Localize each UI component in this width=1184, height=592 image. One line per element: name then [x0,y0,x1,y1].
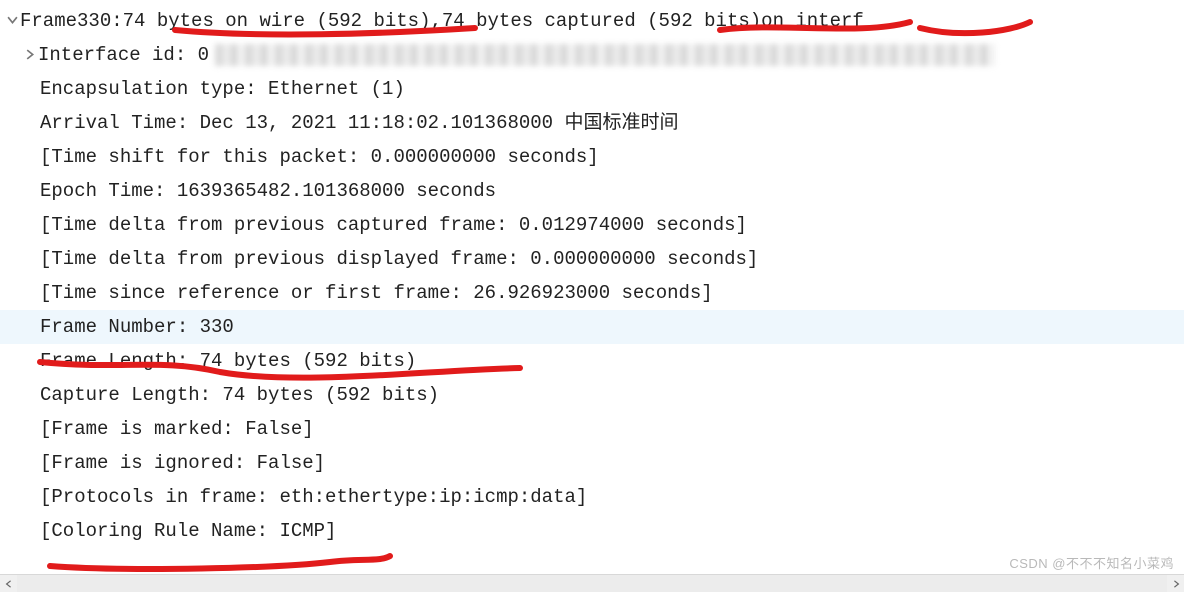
expand-arrow-interface[interactable] [22,38,38,72]
watermark: CSDN @不不不知名小菜鸡 [1009,553,1174,572]
coloring-rule-row[interactable]: [Coloring Rule Name: ICMP] [0,514,1184,548]
redacted-interface-value [215,44,995,66]
interface-id-label: Interface id: 0 [38,38,209,72]
scroll-right-button[interactable] [1167,575,1184,592]
protocols-row[interactable]: [Protocols in frame: eth:ethertype:ip:ic… [0,480,1184,514]
frame-number: 330 [77,4,111,38]
since-reference-row[interactable]: [Time since reference or first frame: 26… [0,276,1184,310]
scroll-track[interactable] [17,575,1167,592]
frame-length-row[interactable]: Frame Length: 74 bytes (592 bits) [0,344,1184,378]
packet-details-tree: Frame 330 : 74 bytes on wire (592 bits) … [0,0,1184,548]
encapsulation-text: Encapsulation type: Ethernet (1) [40,72,405,106]
frame-bytes-captured: 74 bytes captured (592 bits) [442,4,761,38]
delta-displayed-row[interactable]: [Time delta from previous displayed fram… [0,242,1184,276]
arrival-time-row[interactable]: Arrival Time: Dec 13, 2021 11:18:02.1013… [0,106,1184,140]
protocols-text: [Protocols in frame: eth:ethertype:ip:ic… [40,480,587,514]
frame-ignored-row[interactable]: [Frame is ignored: False] [0,446,1184,480]
frame-sep2: , [431,4,442,38]
frame-marked-text: [Frame is marked: False] [40,412,314,446]
arrival-time-text: Arrival Time: Dec 13, 2021 11:18:02.1013… [40,106,679,140]
delta-captured-text: [Time delta from previous captured frame… [40,208,747,242]
expand-arrow-frame[interactable] [4,4,20,38]
delta-captured-row[interactable]: [Time delta from previous captured frame… [0,208,1184,242]
time-shift-text: [Time shift for this packet: 0.000000000… [40,140,599,174]
horizontal-scrollbar[interactable] [0,574,1184,592]
encapsulation-row[interactable]: Encapsulation type: Ethernet (1) [0,72,1184,106]
frame-bytes-on-wire: 74 bytes on wire (592 bits) [123,4,431,38]
frame-number-text: Frame Number: 330 [40,310,234,344]
frame-number-row[interactable]: Frame Number: 330 [0,310,1184,344]
capture-length-row[interactable]: Capture Length: 74 bytes (592 bits) [0,378,1184,412]
capture-length-text: Capture Length: 74 bytes (592 bits) [40,378,439,412]
frame-ignored-text: [Frame is ignored: False] [40,446,325,480]
epoch-time-row[interactable]: Epoch Time: 1639365482.101368000 seconds [0,174,1184,208]
frame-sep1: : [111,4,122,38]
time-shift-row[interactable]: [Time shift for this packet: 0.000000000… [0,140,1184,174]
since-reference-text: [Time since reference or first frame: 26… [40,276,713,310]
scroll-left-button[interactable] [0,575,17,592]
frame-header-text: Frame 330 : 74 bytes on wire (592 bits) … [20,4,864,38]
interface-id-row[interactable]: Interface id: 0 [0,38,1184,72]
coloring-rule-text: [Coloring Rule Name: ICMP] [40,514,336,548]
epoch-time-text: Epoch Time: 1639365482.101368000 seconds [40,174,496,208]
frame-header-row[interactable]: Frame 330 : 74 bytes on wire (592 bits) … [0,4,1184,38]
frame-length-text: Frame Length: 74 bytes (592 bits) [40,344,416,378]
frame-marked-row[interactable]: [Frame is marked: False] [0,412,1184,446]
delta-displayed-text: [Time delta from previous displayed fram… [40,242,758,276]
frame-prefix: Frame [20,4,77,38]
frame-suffix: on interf [761,4,864,38]
